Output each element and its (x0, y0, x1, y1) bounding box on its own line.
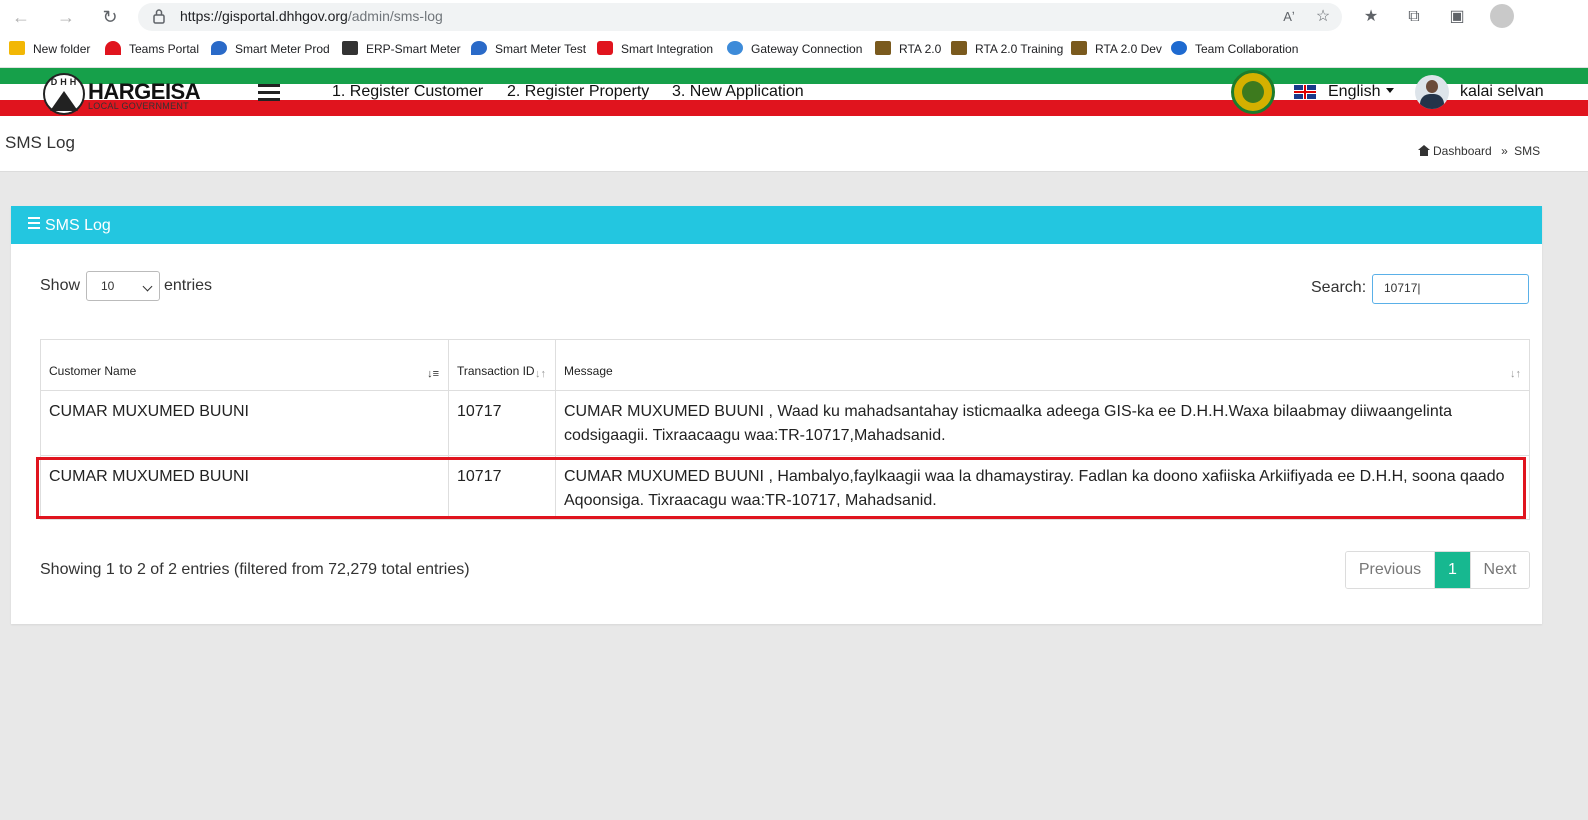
teams-portal-icon (105, 41, 121, 55)
profile-icon[interactable] (1490, 4, 1514, 28)
sort-icon: ↓↑ (1510, 368, 1521, 380)
forward-icon[interactable]: → (53, 4, 79, 30)
bookmark-item[interactable]: Gateway Connection (727, 40, 862, 58)
avatar[interactable] (1415, 75, 1449, 109)
column-header-transaction-id[interactable]: Transaction ID ↓↑ (449, 340, 556, 391)
hamburger-menu-icon[interactable] (258, 84, 280, 102)
bookmark-item[interactable]: Smart Meter Prod (211, 40, 330, 58)
back-icon[interactable]: ← (8, 4, 34, 30)
extensions-icon[interactable]: ▣ (1446, 6, 1468, 28)
user-name[interactable]: kalai selvan (1460, 83, 1544, 101)
bookmark-item[interactable]: New folder (9, 40, 90, 58)
breadcrumb-current: SMS (1514, 144, 1541, 158)
government-emblem-icon (1231, 70, 1275, 114)
table-info-text: Showing 1 to 2 of 2 entries (filtered fr… (40, 561, 470, 578)
collections-icon[interactable]: ⧉ (1403, 6, 1425, 28)
rta-emblem-icon (951, 41, 967, 55)
page-title-bar: SMS Log Dashboard » SMS (0, 118, 1588, 172)
app-header: DHH HARGEISA LOCAL GOVERNMENT 1. Registe… (0, 68, 1588, 118)
table-row: CUMAR MUXUMED BUUNI 10717 CUMAR MUXUMED … (41, 456, 1529, 519)
table-row: CUMAR MUXUMED BUUNI 10717 CUMAR MUXUMED … (41, 391, 1529, 456)
search-label: Search: (1311, 279, 1367, 296)
breadcrumb-dashboard[interactable]: Dashboard (1433, 144, 1492, 158)
address-row: ← → ↻ https://gisportal.dhhgov.org/admin… (0, 0, 1588, 34)
cell-customer-name: CUMAR MUXUMED BUUNI (41, 456, 449, 519)
read-aloud-icon[interactable]: Aʼ (1278, 6, 1300, 28)
chevron-down-icon (142, 281, 153, 292)
sms-log-card: SMS Log Show 10 entries Search: 10717| C… (11, 206, 1542, 624)
pagination-previous-button[interactable]: Previous (1346, 552, 1435, 588)
bookmark-item[interactable]: ERP-Smart Meter (342, 40, 461, 58)
bookmark-item[interactable]: Smart Meter Test (471, 40, 586, 58)
show-label: Show (40, 277, 81, 294)
caret-down-icon (1386, 88, 1395, 93)
pagination: Previous 1 Next (1345, 551, 1530, 589)
menu-new-application[interactable]: 3. New Application (672, 83, 804, 101)
sms-log-table: Customer Name ↓≡ Transaction ID ↓↑ Messa… (40, 339, 1530, 520)
card-header: SMS Log (11, 206, 1542, 244)
bookmark-item[interactable]: Teams Portal (105, 40, 199, 58)
cell-customer-name: CUMAR MUXUMED BUUNI (41, 391, 449, 455)
bookmark-item[interactable]: RTA 2.0 Dev (1071, 40, 1162, 58)
cell-transaction-id: 10717 (449, 456, 556, 519)
card-title: SMS Log (45, 217, 111, 234)
header-stripe-green (0, 68, 1588, 84)
menu-register-customer[interactable]: 1. Register Customer (332, 83, 483, 101)
column-header-customer-name[interactable]: Customer Name ↓≡ (41, 340, 449, 391)
pagination-page-1-button[interactable]: 1 (1435, 552, 1470, 588)
browser-chrome: ← → ↻ https://gisportal.dhhgov.org/admin… (0, 0, 1588, 68)
entries-per-page-select[interactable]: 10 (86, 271, 160, 301)
favorites-icon[interactable]: ★ (1360, 6, 1382, 28)
bookmark-item[interactable]: RTA 2.0 Training (951, 40, 1063, 58)
sort-asc-icon: ↓≡ (427, 368, 439, 380)
list-icon (28, 217, 40, 229)
column-header-message[interactable]: Message ↓↑ (556, 340, 1530, 391)
integration-icon (597, 41, 613, 55)
pagination-next-button[interactable]: Next (1470, 552, 1529, 588)
entries-label: entries (164, 277, 213, 294)
table-header-row: Customer Name ↓≡ Transaction ID ↓↑ Messa… (41, 340, 1529, 391)
sort-icon: ↓↑ (535, 368, 546, 380)
water-drop-icon (211, 41, 227, 55)
home-icon (1418, 145, 1430, 156)
language-dropdown[interactable]: English (1328, 83, 1395, 101)
favorite-add-icon[interactable]: ☆ (1312, 6, 1334, 28)
water-drop-icon (471, 41, 487, 55)
breadcrumb: Dashboard » SMS (1418, 144, 1540, 158)
bookmark-item[interactable]: Smart Integration (597, 40, 713, 58)
folder-icon (9, 41, 25, 55)
rta-emblem-icon (875, 41, 891, 55)
gateway-icon (727, 41, 743, 55)
page-title: SMS Log (5, 133, 75, 152)
header-stripe-red (0, 100, 1588, 116)
team-collaboration-icon (1171, 41, 1187, 55)
bookmark-item[interactable]: RTA 2.0 (875, 40, 941, 58)
rta-emblem-icon (1071, 41, 1087, 55)
uk-flag-icon (1294, 85, 1316, 99)
breadcrumb-separator: » (1501, 144, 1508, 158)
cell-message: CUMAR MUXUMED BUUNI , Waad ku mahadsanta… (564, 403, 1453, 444)
bookmarks-bar: New folder Teams Portal Smart Meter Prod… (0, 36, 1588, 62)
search-input[interactable]: 10717| (1372, 274, 1529, 304)
erp-icon (342, 41, 358, 55)
lock-icon (153, 9, 165, 24)
url-text[interactable]: https://gisportal.dhhgov.org/admin/sms-l… (180, 8, 443, 24)
logo-subtitle: LOCAL GOVERNMENT (88, 101, 189, 111)
cell-message: CUMAR MUXUMED BUUNI , Hambalyo,faylkaagi… (564, 468, 1505, 509)
logo-icon[interactable]: DHH (43, 73, 85, 115)
cell-transaction-id: 10717 (449, 391, 556, 455)
bookmark-item[interactable]: Team Collaboration (1171, 40, 1298, 58)
reload-icon[interactable]: ↻ (97, 4, 123, 30)
menu-register-property[interactable]: 2. Register Property (507, 83, 649, 101)
